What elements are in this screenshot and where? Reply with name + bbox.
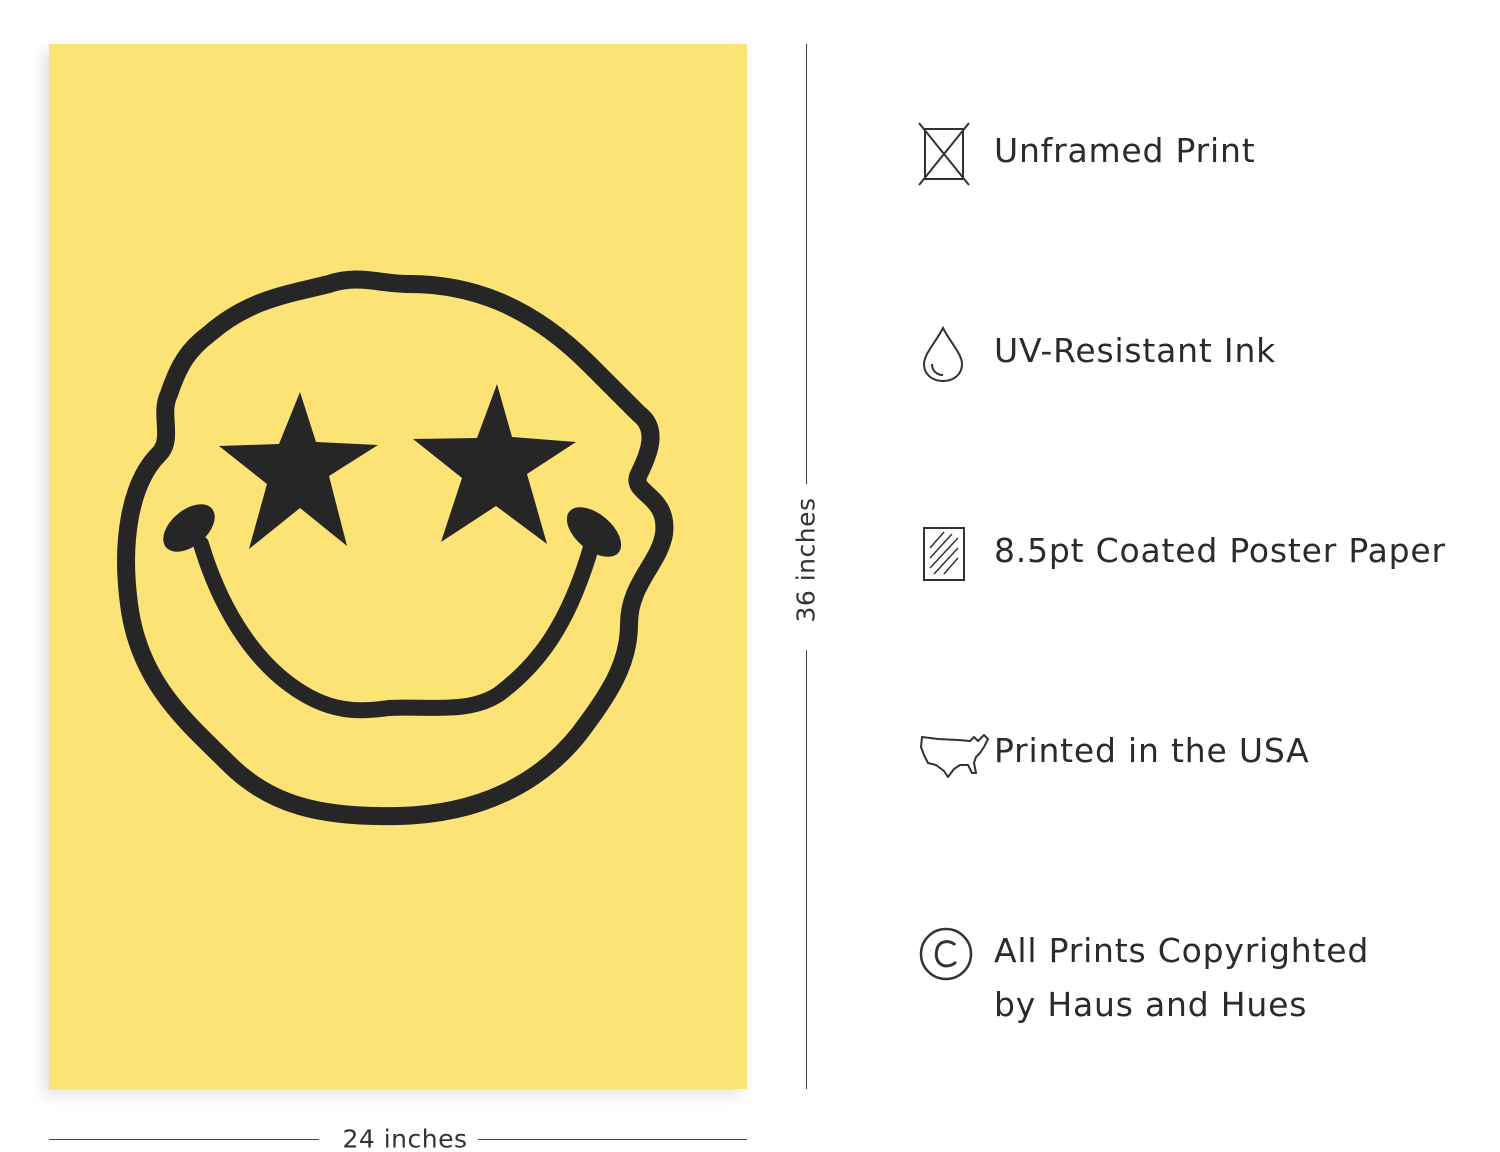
feature-coated-paper: 8.5pt Coated Poster Paper [918,524,1498,584]
product-infographic: 36 inches 24 inches Unframed Print UV-Re… [0,0,1500,1152]
unframed-print-icon [918,122,994,186]
poster-artwork [49,44,747,1089]
height-dimension-label: 36 inches [791,497,821,623]
poster-image [49,44,747,1089]
feature-label: Printed in the USA [994,731,1310,770]
width-dimension-line-left [49,1139,319,1140]
copyright-icon [918,924,994,984]
width-dimension-label: 24 inches [342,1124,468,1152]
feature-unframed-print: Unframed Print [918,122,1498,186]
feature-label-line2: by Haus and Hues [994,985,1308,1024]
feature-label-line1: All Prints Copyrighted [994,931,1370,970]
feature-printed-usa: Printed in the USA [918,724,1498,784]
ink-drop-icon [918,324,994,384]
feature-uv-ink: UV-Resistant Ink [918,324,1498,384]
feature-label: All Prints Copyrighted by Haus and Hues [994,924,1369,1032]
feature-label: Unframed Print [994,131,1256,170]
coated-paper-icon [918,524,994,584]
usa-map-icon [918,724,994,784]
feature-label: UV-Resistant Ink [994,331,1277,370]
feature-label: 8.5pt Coated Poster Paper [994,531,1446,570]
width-dimension-line-right [478,1139,747,1140]
height-dimension-line-bottom [806,650,807,1089]
height-dimension-line-top [806,44,807,484]
feature-copyright: All Prints Copyrighted by Haus and Hues [918,924,1498,1032]
